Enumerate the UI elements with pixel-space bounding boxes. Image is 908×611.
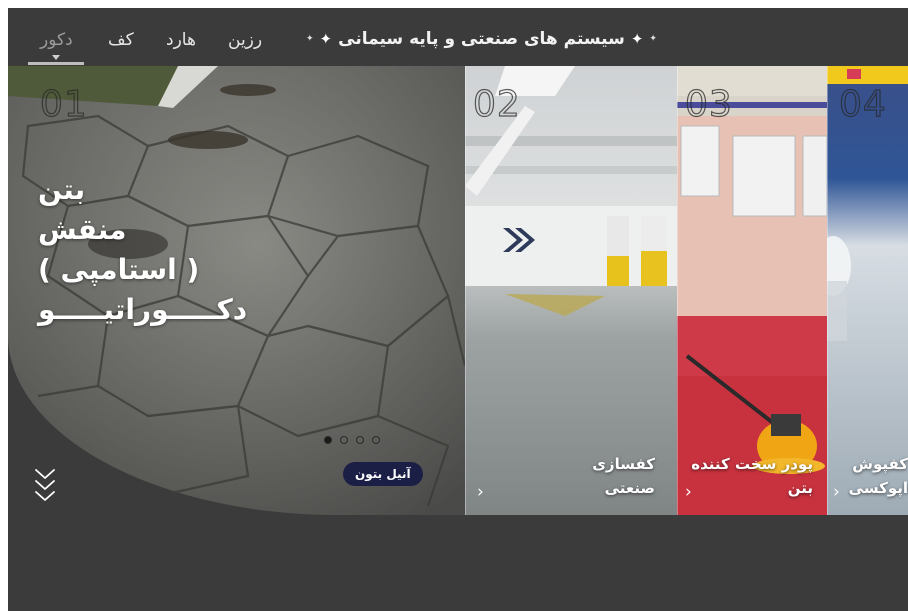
slide-dot-3[interactable]: [356, 436, 364, 444]
panel-headline: بتن منقش ( استامپی ) دکـــــوراتیـــــو: [38, 170, 298, 330]
panel-divider: [827, 66, 828, 515]
panel-epoxy-flooring[interactable]: 04 کفپوش اپوکسی ›: [827, 66, 908, 515]
sparkle-icon: ✦: [649, 33, 657, 44]
headline-line: دکـــــوراتیـــــو: [38, 293, 248, 326]
chevron-right-icon[interactable]: ›: [833, 484, 840, 501]
panel-caption: کفسازی صنعتی: [592, 452, 655, 500]
slide-dots: [324, 436, 380, 444]
headline-line: بتن: [38, 173, 86, 206]
panel-industrial-flooring[interactable]: 02 کفسازی صنعتی ›: [465, 66, 677, 515]
caption-line: کفسازی: [592, 455, 655, 473]
nav-active-indicator: [28, 62, 84, 65]
parking-garage-photo: [465, 66, 677, 515]
nav-item-decor[interactable]: دکور: [40, 30, 73, 50]
headline-line: ( استامپی ): [38, 253, 200, 286]
chevrons-down-icon[interactable]: [33, 466, 57, 506]
headline-line: منقش: [38, 213, 127, 246]
panel-divider: [677, 66, 678, 515]
slide-dot-2[interactable]: [340, 436, 348, 444]
hero-panels: 01 بتن منقش ( استامپی ) دکـــــوراتیــــ…: [8, 66, 908, 515]
slide-dot-4[interactable]: [372, 436, 380, 444]
panel-hardener-powder[interactable]: 03 پودر سخت کننده بتن ›: [677, 66, 827, 515]
chevron-right-icon[interactable]: ›: [477, 484, 484, 501]
panel-number: 01: [39, 83, 88, 125]
brand-title[interactable]: ✦ ✦ سیستم های صنعتی و پایه سیمانی ✦ ✦: [306, 25, 657, 53]
panel-divider: [465, 66, 466, 515]
brand-text: سیستم های صنعتی و پایه سیمانی: [338, 29, 625, 49]
nav-item-floor[interactable]: کف: [108, 30, 134, 50]
caption-line: صنعتی: [604, 479, 655, 497]
panel-caption: پودر سخت کننده بتن: [677, 452, 813, 500]
panel-number: 02: [472, 83, 521, 125]
sparkle-icon: ✦: [630, 29, 644, 48]
nav-item-resin[interactable]: رزین: [228, 30, 262, 50]
caption-line: پودر سخت کننده: [691, 455, 813, 473]
sparkle-icon: ✦: [306, 33, 314, 44]
sparkle-icon: ✦: [319, 29, 333, 48]
tag-pill[interactable]: آنیل بتون: [343, 462, 423, 486]
slide-dot-1[interactable]: [324, 436, 332, 444]
page-frame: دکور کف هارد رزین ✦ ✦ سیستم های صنعتی و …: [8, 8, 908, 611]
nav-item-hard[interactable]: هارد: [166, 30, 196, 50]
epoxy-floor-photo: [827, 66, 908, 515]
panel-number: 03: [684, 83, 733, 125]
panel-number: 04: [838, 83, 887, 125]
chevron-right-icon[interactable]: ›: [685, 484, 692, 501]
red-floor-trowel-photo: [677, 66, 827, 515]
caption-line: بتن: [787, 479, 813, 497]
top-nav: دکور کف هارد رزین ✦ ✦ سیستم های صنعتی و …: [8, 8, 908, 66]
panel-decorative-concrete[interactable]: 01 بتن منقش ( استامپی ) دکـــــوراتیــــ…: [8, 66, 465, 515]
chevron-down-icon: [52, 55, 60, 60]
caption-line: کفپوش: [852, 455, 908, 473]
